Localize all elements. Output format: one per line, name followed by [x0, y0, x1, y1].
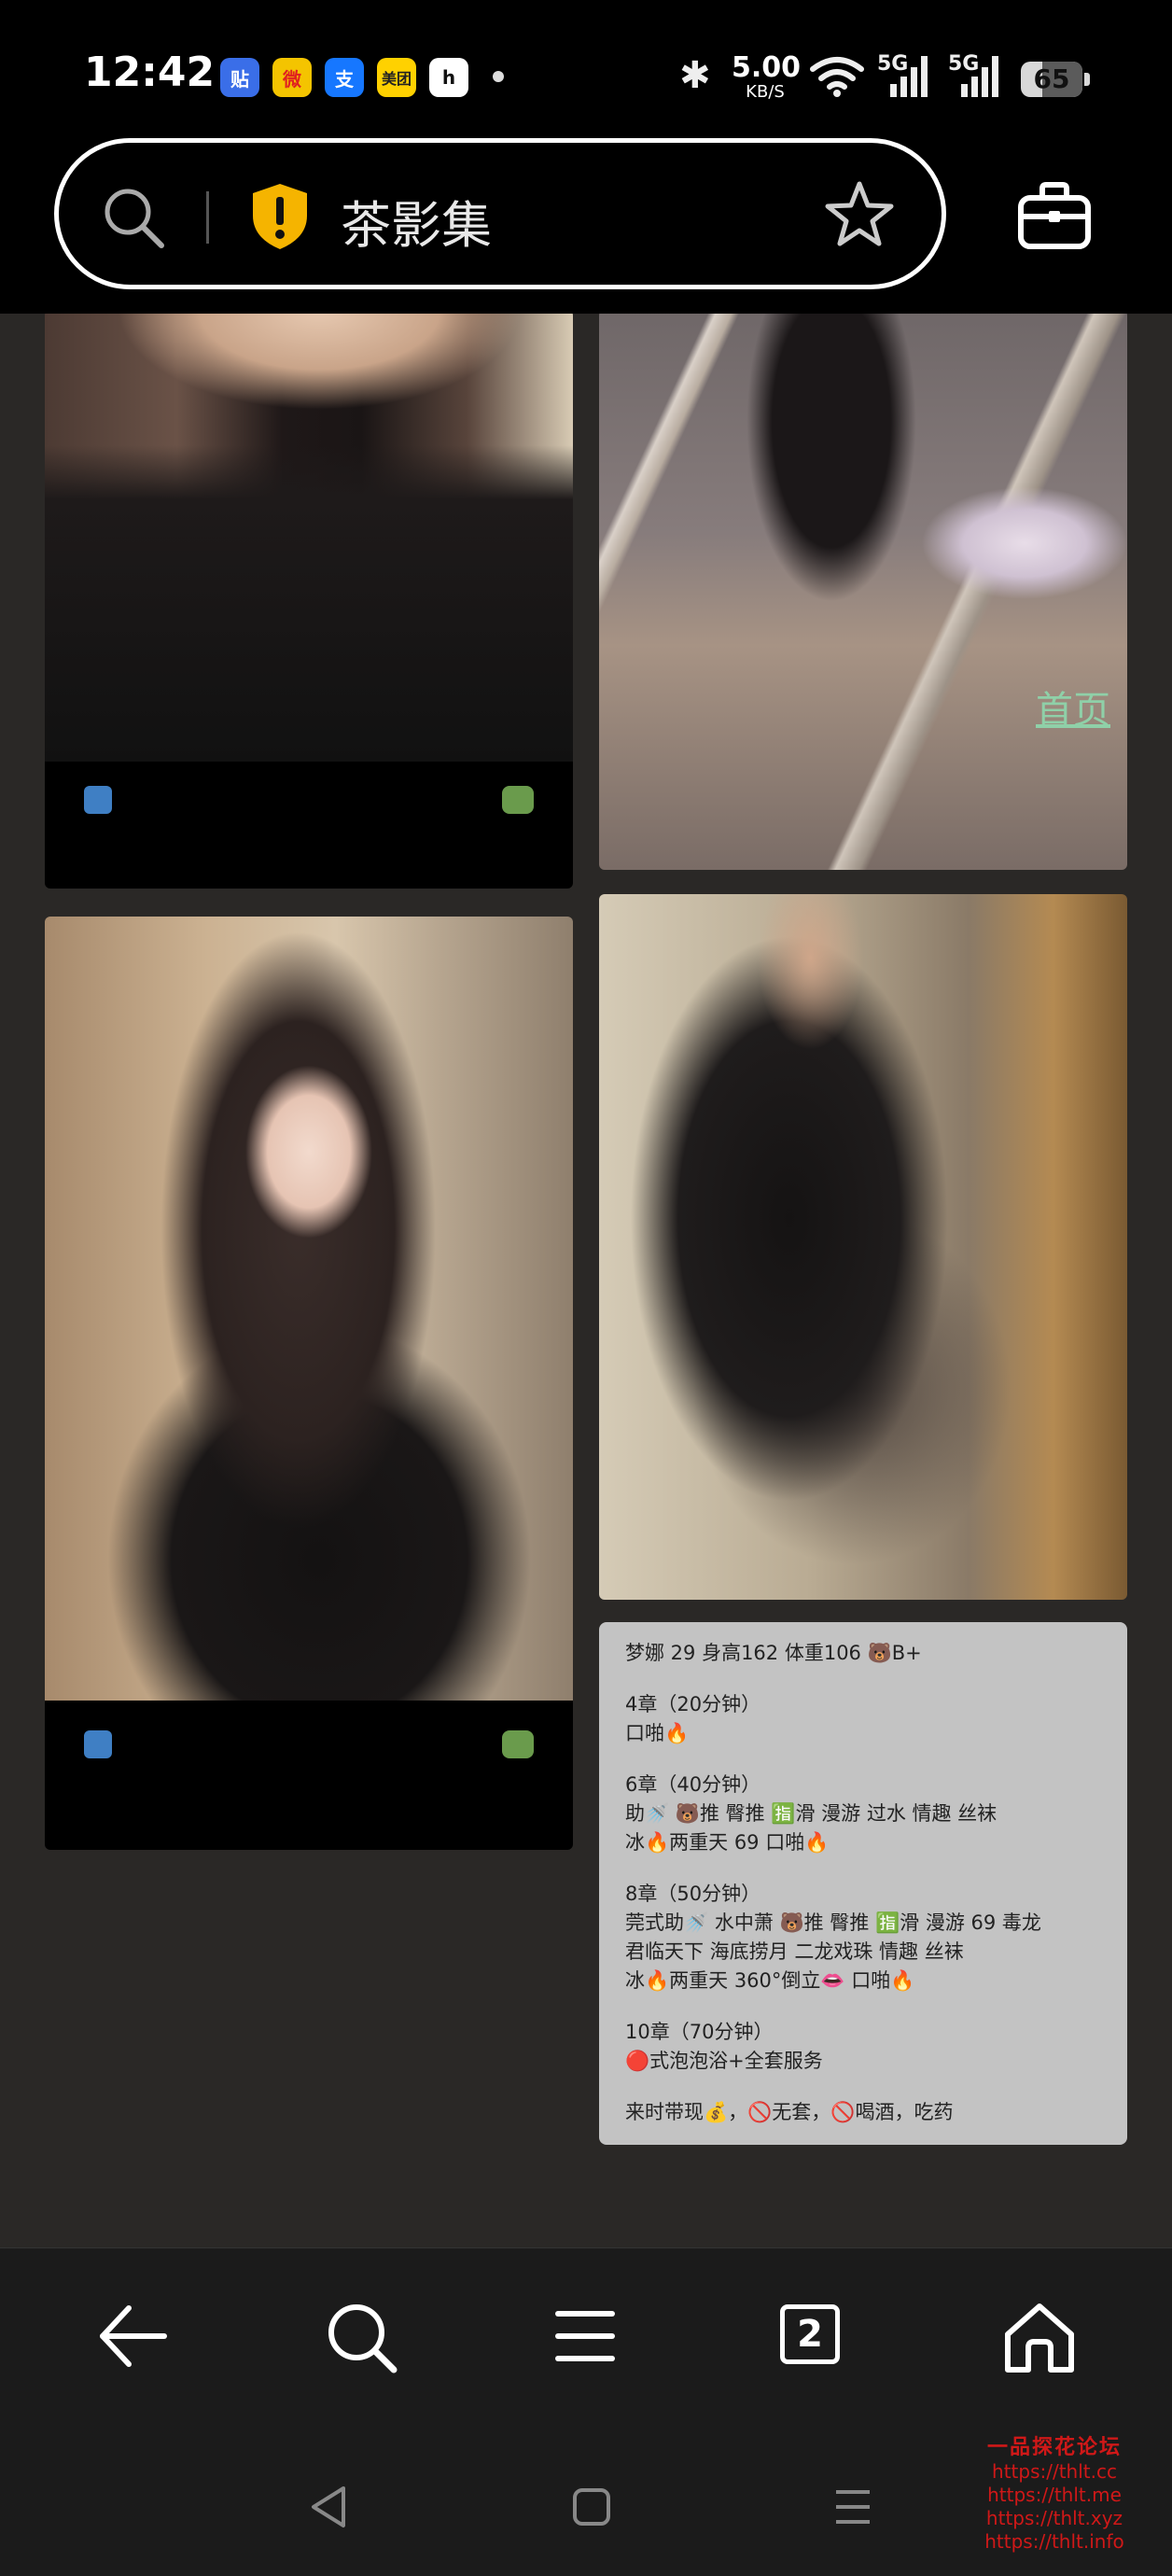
- watermark-url: https://thlt.xyz: [985, 2507, 1123, 2529]
- wechat-icon: [502, 1730, 534, 1758]
- service-package-line: 冰🔥两重天 360°倒立👄 口啪🔥: [625, 1969, 915, 1992]
- search-icon[interactable]: [102, 186, 167, 251]
- shield-warning-icon[interactable]: [249, 182, 311, 251]
- weibo-icon: 微: [272, 58, 312, 97]
- system-back-icon[interactable]: [308, 2485, 349, 2529]
- app-icon: h: [429, 58, 468, 97]
- watermark-url: https://thlt.me: [987, 2484, 1122, 2506]
- service-info-card: 梦娜 29 身高162 体重106 🐻B+ 4章（20分钟） 口啪🔥 6章（40分钟…: [599, 1622, 1127, 2145]
- battery-icon: 65: [1021, 62, 1082, 97]
- status-bar: 12:42 贴微支美团 h ✱ 5.00 KB/S 5G 5G 65: [0, 0, 1172, 149]
- bluetooth-icon: ✱: [679, 54, 711, 97]
- service-package-line: 冰🔥两重天 69 口啪🔥: [625, 1831, 830, 1854]
- more-notifications-dot: [493, 71, 504, 82]
- service-package-title: 10章（70分钟）: [625, 2021, 774, 2043]
- home-link[interactable]: 首页: [1036, 679, 1110, 734]
- service-package-line: 来时带现💰，🚫无套，🚫喝酒，吃药: [625, 2101, 954, 2123]
- network-speed-unit: KB/S: [746, 82, 785, 102]
- network-speed-value: 5.00: [732, 51, 802, 84]
- avatar-icon: [84, 1730, 112, 1758]
- photo-card[interactable]: [599, 314, 1127, 870]
- service-package-line: 君临天下 海底捞月 二龙戏珠 情趣 丝袜: [625, 1940, 964, 1963]
- watermark-title: 一品探花论坛: [986, 2435, 1122, 2459]
- service-package-title: 4章（20分钟）: [625, 1693, 761, 1715]
- meituan-icon: 美团: [377, 58, 416, 97]
- browser-bottom-nav: 2: [0, 2247, 1172, 2435]
- photo-caption: [45, 1729, 573, 1850]
- umbrella-shape: [922, 487, 1127, 599]
- toolbox-icon[interactable]: [1017, 179, 1092, 254]
- wechat-icon: [502, 786, 534, 814]
- service-list: 4章（20分钟） 口啪🔥 6章（40分钟） 助🚿 🐻推 臀推 🈯滑 漫游 过水 情趣 …: [625, 1668, 1127, 2127]
- service-package-line: 莞式助🚿 水中萧 🐻推 臀推 🈯滑 漫游 69 毒龙: [625, 1911, 1041, 1934]
- address-separator: [206, 191, 209, 244]
- photo-divider: [45, 1701, 573, 1729]
- battery-level: 65: [1033, 63, 1070, 94]
- page-title[interactable]: 茶影集: [341, 184, 492, 258]
- system-recents-icon[interactable]: [832, 2485, 873, 2529]
- photo-caption: [45, 762, 573, 889]
- service-package-line: 助🚿 🐻推 臀推 🈯滑 漫游 过水 情趣 丝袜: [625, 1802, 998, 1825]
- home-icon[interactable]: [1002, 2301, 1077, 2375]
- service-package-title: 8章（50分钟）: [625, 1883, 761, 1905]
- avatar-icon: [84, 786, 112, 814]
- service-package-line: 口啪🔥: [625, 1722, 690, 1744]
- photo[interactable]: [45, 314, 573, 762]
- alipay-icon: 支: [325, 58, 364, 97]
- service-package-title: 6章（40分钟）: [625, 1773, 761, 1796]
- wifi-icon: [810, 57, 864, 97]
- photo-card[interactable]: [45, 314, 573, 889]
- photo-card[interactable]: [599, 894, 1127, 1600]
- battery-tip: [1084, 73, 1090, 86]
- profile-summary: 梦娜 29 身高162 体重106 🐻B+: [625, 1642, 922, 1664]
- back-arrow-icon[interactable]: [97, 2301, 168, 2372]
- watermark-urls: https://thlt.cc https://thlt.me https://th…: [961, 2460, 1148, 2554]
- system-home-icon[interactable]: [571, 2485, 612, 2529]
- search-icon[interactable]: [325, 2301, 399, 2375]
- menu-icon[interactable]: [554, 2301, 616, 2372]
- tab-count-button[interactable]: 2: [780, 2304, 840, 2364]
- status-time: 12:42: [84, 49, 216, 96]
- watermark-url: https://thlt.info: [984, 2530, 1124, 2553]
- service-package-line: 🔴式泡泡浴+全套服务: [625, 2050, 823, 2072]
- forum-watermark: 一品探花论坛 https://thlt.cc https://thlt.me htt…: [961, 2430, 1148, 2554]
- photo[interactable]: [45, 917, 573, 1701]
- bookmark-star-icon[interactable]: [824, 180, 895, 247]
- tieba-icon: 贴: [220, 58, 259, 97]
- network-speed: 5.00 KB/S: [732, 51, 802, 102]
- photo-card[interactable]: [45, 917, 573, 1850]
- address-bar[interactable]: 茶影集: [54, 138, 946, 289]
- watermark-url: https://thlt.cc: [992, 2460, 1117, 2483]
- photo[interactable]: [599, 894, 1127, 1600]
